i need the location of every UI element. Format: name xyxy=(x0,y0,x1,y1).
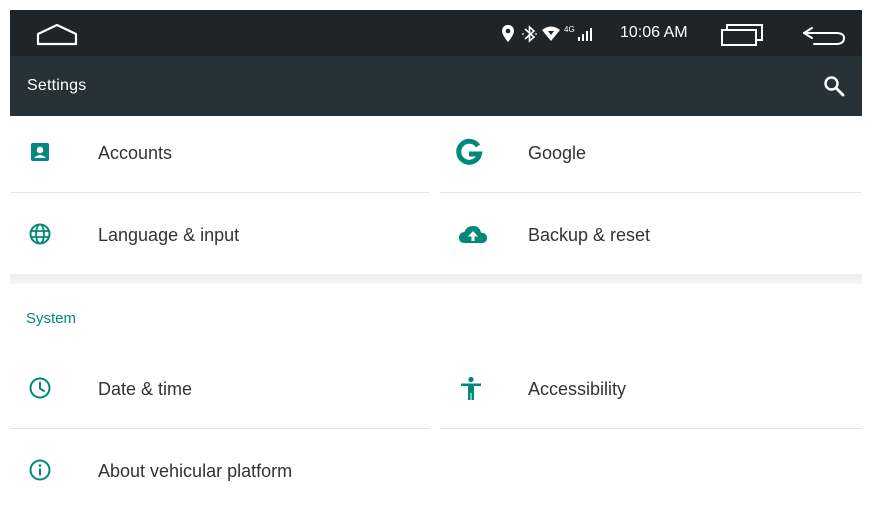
settings-item-label: Language & input xyxy=(98,225,240,245)
app-bar: Settings xyxy=(10,56,862,116)
settings-item-google[interactable]: Google xyxy=(440,116,862,192)
bluetooth-icon xyxy=(522,25,537,43)
settings-item-accessibility[interactable]: Accessibility xyxy=(440,352,862,428)
status-bar: 4G 10:06 AM xyxy=(10,10,862,56)
settings-item-label: Date & time xyxy=(98,379,193,399)
settings-item-date-time[interactable]: Date & time xyxy=(10,352,430,428)
section-separator xyxy=(10,274,862,284)
back-icon[interactable] xyxy=(798,22,848,48)
settings-item-label: Accounts xyxy=(98,143,173,163)
location-icon xyxy=(502,25,514,42)
home-icon[interactable] xyxy=(34,22,80,48)
settings-item-label: About vehicular platform xyxy=(98,461,293,481)
divider xyxy=(10,192,430,193)
wifi-icon xyxy=(542,26,560,41)
settings-item-label: Accessibility xyxy=(528,379,627,399)
globe-icon xyxy=(28,222,54,248)
settings-list: Accounts Google Language & input Backup … xyxy=(10,116,862,511)
divider xyxy=(10,428,430,429)
settings-item-about[interactable]: About vehicular platform xyxy=(10,434,430,510)
divider xyxy=(440,428,862,429)
divider xyxy=(440,192,862,193)
google-icon xyxy=(454,138,483,165)
cloud-upload-icon xyxy=(458,222,487,248)
network-type-label: 4G xyxy=(564,25,575,34)
accessibility-icon xyxy=(458,376,484,402)
settings-item-backup-reset[interactable]: Backup & reset xyxy=(440,198,862,274)
section-title-system: System xyxy=(26,310,77,327)
settings-item-accounts[interactable]: Accounts xyxy=(10,116,430,192)
signal-icon xyxy=(578,28,592,41)
recents-icon[interactable] xyxy=(718,22,770,48)
settings-item-label: Google xyxy=(528,143,587,163)
page-title: Settings xyxy=(27,77,87,94)
info-icon xyxy=(28,458,54,484)
account-icon xyxy=(28,140,54,166)
clock-icon xyxy=(28,376,54,402)
status-time: 10:06 AM xyxy=(620,24,688,41)
settings-item-label: Backup & reset xyxy=(528,225,651,245)
search-icon[interactable] xyxy=(822,74,846,98)
settings-item-language-input[interactable]: Language & input xyxy=(10,198,430,274)
status-icons: 4G xyxy=(500,24,610,44)
